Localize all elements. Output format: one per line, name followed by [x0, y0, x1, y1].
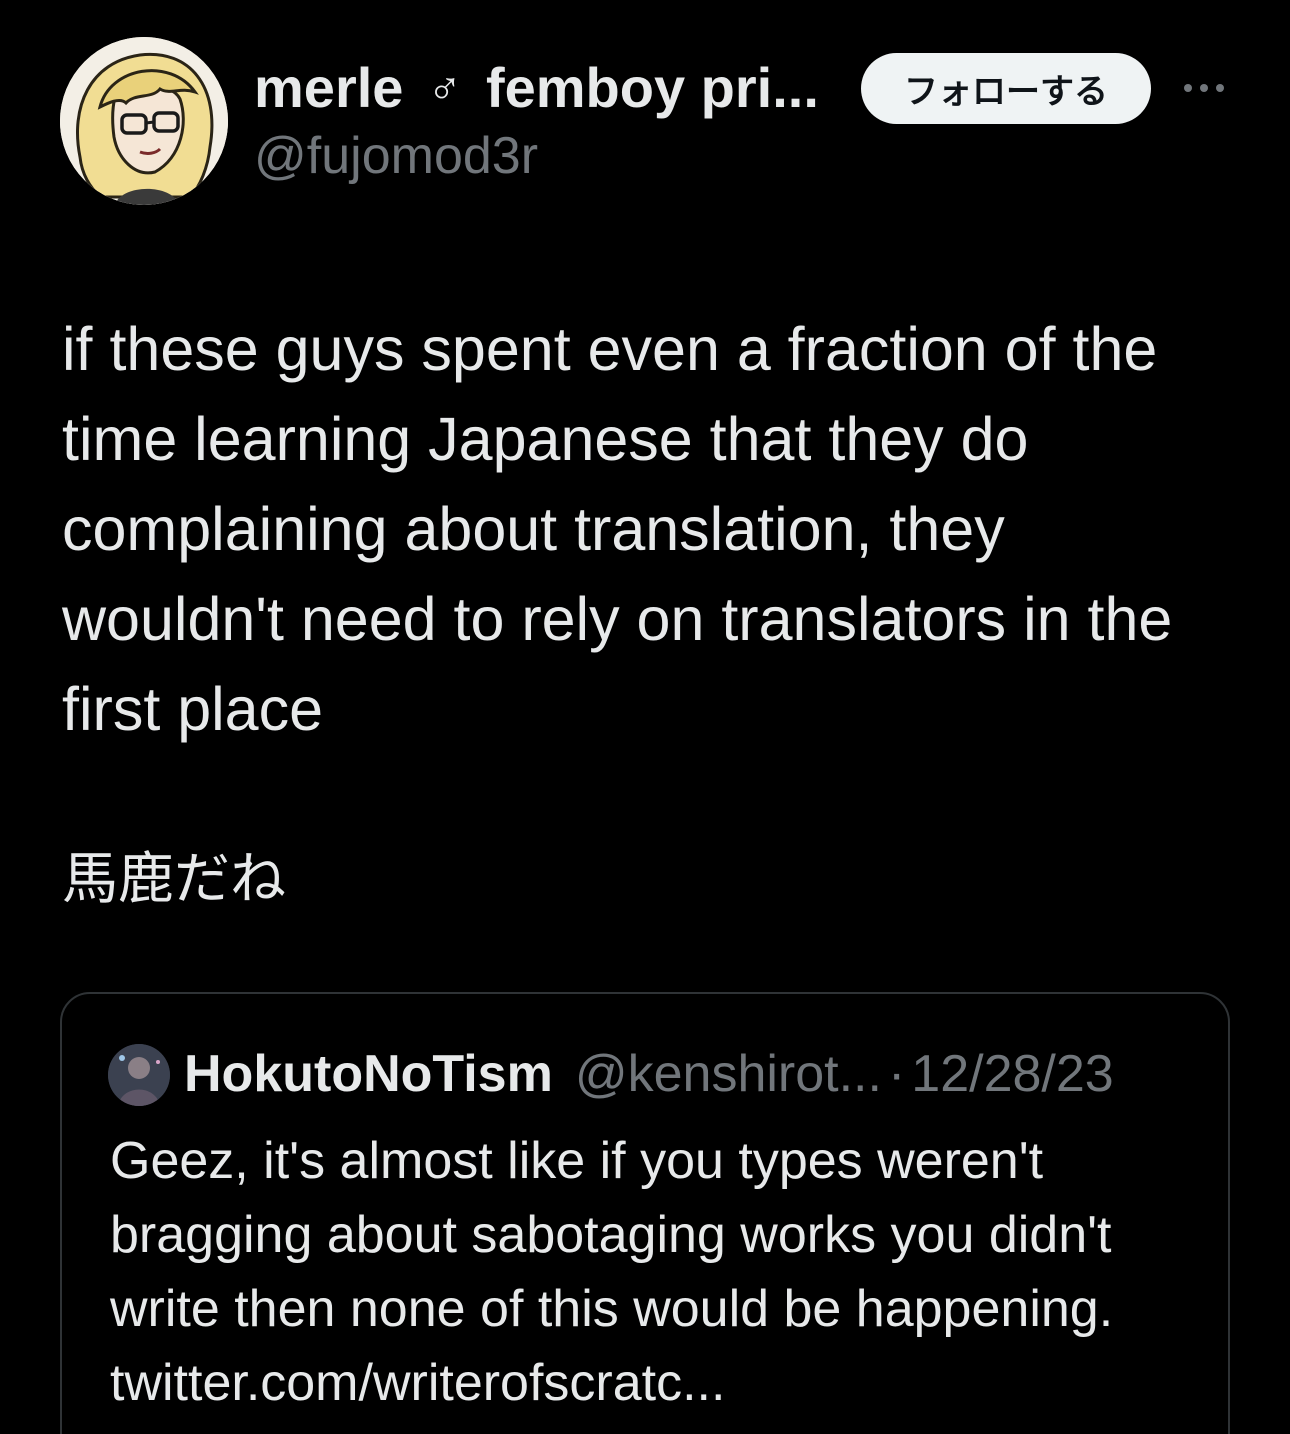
header-separator: · — [887, 1045, 906, 1103]
quoted-avatar-image-icon — [108, 1044, 170, 1106]
ellipsis-icon — [1184, 84, 1224, 92]
quoted-author-handle[interactable]: @kenshirot... — [575, 1040, 882, 1108]
quoted-author-avatar[interactable] — [108, 1044, 170, 1106]
author-display-name[interactable]: merle — [254, 52, 403, 124]
tweet-text: if these guys spent even a fraction of t… — [62, 315, 1173, 743]
tweet-japanese-line: 馬鹿だね — [62, 847, 286, 912]
male-symbol-icon: ♂ — [427, 62, 462, 114]
tweet-container: merle ♂ femboy pri... @fujomod3r フォローする … — [0, 0, 1290, 1434]
quoted-tweet[interactable]: HokutoNoTism @kenshirot... · 12/28/23 Ge… — [60, 992, 1230, 1434]
author-avatar[interactable] — [60, 37, 228, 205]
quoted-tweet-date[interactable]: 12/28/23 — [911, 1040, 1113, 1108]
more-options-button[interactable] — [1176, 66, 1232, 110]
author-name-row[interactable]: merle ♂ femboy pri... — [254, 52, 819, 124]
quoted-author-name[interactable]: HokutoNoTism — [184, 1040, 553, 1108]
author-handle[interactable]: @fujomod3r — [254, 124, 538, 188]
quoted-tweet-header: HokutoNoTism @kenshirot... · 12/28/23 — [184, 1040, 1114, 1108]
quoted-tweet-text: Geez, it's almost like if you types were… — [110, 1132, 1114, 1412]
avatar-illustration-icon — [60, 37, 228, 205]
follow-button[interactable]: フォローする — [861, 53, 1151, 124]
author-display-name-suffix[interactable]: femboy pri... — [486, 52, 819, 124]
